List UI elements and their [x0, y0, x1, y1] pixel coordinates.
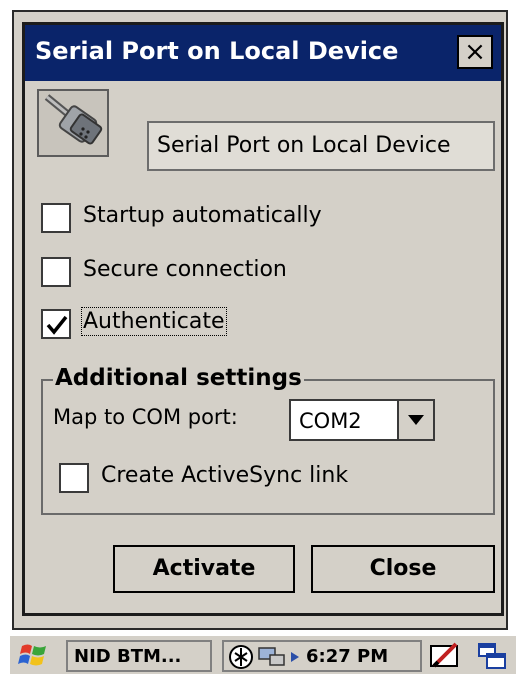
- close-button[interactable]: Close: [311, 545, 495, 593]
- task-button[interactable]: NID BTM...: [66, 640, 212, 672]
- taskbar: NID BTM... 6:27 PM: [10, 634, 516, 674]
- task-label: NID BTM...: [74, 646, 182, 667]
- additional-settings-legend: Additional settings: [53, 365, 304, 391]
- clock[interactable]: 6:27 PM: [306, 646, 388, 667]
- dialog-titlebar: Serial Port on Local Device ×: [25, 25, 501, 81]
- secure-connection-label: Secure connection: [83, 257, 287, 282]
- map-com-port-label: Map to COM port:: [53, 405, 238, 429]
- additional-settings-group: Additional settings Map to COM port: COM…: [41, 365, 495, 515]
- secure-connection-checkbox[interactable]: [41, 257, 71, 287]
- activate-button[interactable]: Activate: [113, 545, 295, 593]
- create-activesync-label: Create ActiveSync link: [101, 463, 349, 488]
- startup-automatically-checkbox[interactable]: [41, 203, 71, 233]
- device-name-field[interactable]: Serial Port on Local Device: [147, 121, 495, 171]
- close-icon[interactable]: ×: [457, 35, 493, 69]
- bluetooth-manager-icon[interactable]: [228, 644, 254, 670]
- windows-switch-icon[interactable]: [476, 640, 510, 672]
- checkmark-icon: [46, 315, 68, 335]
- notification-area: 6:27 PM: [222, 640, 422, 672]
- com-port-select[interactable]: COM2: [289, 399, 435, 441]
- dropdown-button[interactable]: [397, 401, 433, 439]
- com-port-value: COM2: [299, 409, 362, 433]
- input-panel-icon[interactable]: [428, 640, 462, 672]
- chevron-down-icon: [408, 415, 424, 425]
- authenticate-label: Authenticate: [81, 307, 227, 336]
- create-activesync-checkbox[interactable]: [59, 463, 89, 493]
- startup-automatically-label: Startup automatically: [83, 203, 322, 228]
- serial-port-icon: [37, 89, 109, 157]
- network-icon[interactable]: [256, 645, 286, 669]
- dialog-title: Serial Port on Local Device: [35, 37, 399, 65]
- windows-flag-icon[interactable]: [16, 640, 56, 672]
- expand-arrow-icon[interactable]: [290, 651, 300, 663]
- serial-port-dialog: Serial Port on Local Device × Serial Por…: [22, 22, 504, 616]
- authenticate-checkbox[interactable]: [41, 309, 71, 339]
